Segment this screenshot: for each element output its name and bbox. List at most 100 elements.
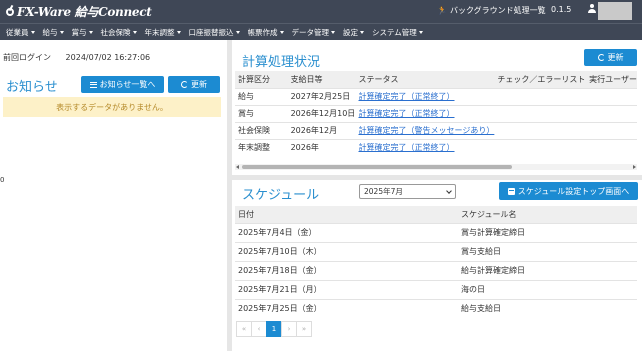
main-menu: 従業員 給与 賞与 社会保険 年末調整 口座振替振込 帳票作成 データ管理 設定… xyxy=(0,23,642,40)
menu-data-management[interactable]: データ管理 xyxy=(288,27,340,38)
last-login: 前回ログイン 2024/07/02 16:27:06 xyxy=(3,52,150,63)
col-calc-type[interactable]: 計算区分 xyxy=(235,71,288,88)
menu-label: システム管理 xyxy=(372,27,417,37)
check-list-cell xyxy=(494,138,587,156)
exec-user-cell xyxy=(586,121,637,139)
chevron-down-icon xyxy=(446,188,452,194)
col-date: 日付 xyxy=(235,206,458,223)
menu-employee[interactable]: 従業員 xyxy=(2,27,39,38)
table-row: 2025年7月21日（月） 海の日 xyxy=(235,279,637,299)
background-jobs-label: バックグラウンド処理一覧 xyxy=(449,6,546,15)
status-link[interactable]: 計算確定完了（正常終了） xyxy=(359,109,455,118)
table-header-row: 計算区分 支給日等 ステータス チェック／エラーリスト 実行ユーザー xyxy=(235,71,637,88)
check-list-cell xyxy=(494,121,587,139)
table-row: 年末調整 2026年 計算確定完了（正常終了） xyxy=(235,138,637,156)
background-jobs-link[interactable]: 🏃 バックグラウンド処理一覧 xyxy=(437,5,546,16)
refresh-icon xyxy=(597,54,605,61)
page-current-button[interactable]: 1 xyxy=(266,321,282,337)
caret-down-icon xyxy=(360,30,364,34)
schedule-table: 日付 スケジュール名 2025年7月4日（金） 賞与計算確定締日 2025年7月1… xyxy=(235,206,637,318)
refresh-label: 更新 xyxy=(607,53,624,62)
scrollbar-thumb[interactable] xyxy=(242,165,512,169)
month-select[interactable]: 2025年7月 xyxy=(359,184,456,199)
calc-status-title: 計算処理状況 xyxy=(242,55,321,70)
page-next-button[interactable]: › xyxy=(281,321,297,337)
schedule-date: 2025年7月25日（金） xyxy=(235,298,458,318)
menu-settings[interactable]: 設定 xyxy=(339,27,368,38)
last-login-value: 2024/07/02 16:27:06 xyxy=(65,53,151,62)
menu-salary[interactable]: 給与 xyxy=(39,27,68,38)
menu-reports[interactable]: 帳票作成 xyxy=(244,27,288,38)
month-select-value: 2025年7月 xyxy=(364,187,403,196)
table-row: 2025年7月25日（金） 給与支給日 xyxy=(235,298,637,318)
menu-social-insurance[interactable]: 社会保険 xyxy=(97,27,141,38)
exec-user-cell xyxy=(586,138,637,156)
caret-down-icon xyxy=(331,30,335,34)
menu-label: 帳票作成 xyxy=(247,27,278,37)
table-header-row: 日付 スケジュール名 xyxy=(235,206,637,223)
calc-type: 社会保険 xyxy=(235,121,288,139)
schedule-date: 2025年7月4日（金） xyxy=(235,222,458,242)
page-prev-button[interactable]: ‹ xyxy=(251,321,267,337)
col-status[interactable]: ステータス xyxy=(355,71,495,88)
status-link[interactable]: 計算確定完了（警告メッセージあり） xyxy=(359,126,495,135)
refresh-icon xyxy=(181,81,188,88)
schedule-date: 2025年7月10日（木） xyxy=(235,241,458,261)
menu-system-admin[interactable]: システム管理 xyxy=(368,27,427,38)
calc-type: 年末調整 xyxy=(235,138,288,156)
menu-label: 口座振替振込 xyxy=(188,27,234,37)
schedule-name: 給与計算確定締日 xyxy=(458,260,637,280)
calc-refresh-button[interactable]: 更新 xyxy=(584,49,637,66)
schedule-title: スケジュール xyxy=(242,188,320,203)
page-first-button[interactable]: « xyxy=(236,321,252,337)
col-pay-date[interactable]: 支給日等 xyxy=(287,71,356,88)
menu-bonus[interactable]: 賞与 xyxy=(68,27,97,38)
notice-refresh-button[interactable]: 更新 xyxy=(168,76,220,93)
status-cell: 計算確定完了（正常終了） xyxy=(355,104,495,122)
calc-type: 給与 xyxy=(235,87,288,105)
pay-date: 2026年12月 xyxy=(287,121,356,139)
schedule-date: 2025年7月18日（金） xyxy=(235,260,458,280)
pay-date: 2026年12月10日 xyxy=(287,104,356,122)
caret-down-icon xyxy=(418,30,423,34)
caret-down-icon xyxy=(59,30,64,34)
menu-label: 年末調整 xyxy=(144,27,175,37)
last-login-label: 前回ログイン xyxy=(3,53,51,62)
table-row: 2025年7月10日（木） 賞与支給日 xyxy=(235,241,637,261)
caret-down-icon xyxy=(88,30,93,34)
caret-down-icon xyxy=(176,30,181,34)
user-icon[interactable] xyxy=(588,4,596,14)
menu-label: データ管理 xyxy=(291,27,330,37)
status-link[interactable]: 計算確定完了（正常終了） xyxy=(359,92,455,101)
status-cell: 計算確定完了（正常終了） xyxy=(355,138,495,156)
status-link[interactable]: 計算確定完了（正常終了） xyxy=(359,143,455,152)
menu-year-end[interactable]: 年末調整 xyxy=(141,27,185,38)
check-list-cell xyxy=(494,104,587,122)
menu-bank-transfer[interactable]: 口座振替振込 xyxy=(185,27,244,38)
section-divider xyxy=(232,175,642,180)
page-last-button[interactable]: » xyxy=(296,321,312,337)
scroll-left-icon[interactable] xyxy=(236,165,239,169)
caret-down-icon xyxy=(235,30,240,34)
col-exec-user[interactable]: 実行ユーザー xyxy=(586,71,637,88)
notice-list-button[interactable]: お知らせ一覧へ xyxy=(81,76,164,93)
notice-title: お知らせ xyxy=(6,80,58,95)
menu-label: 設定 xyxy=(343,27,358,37)
schedule-top-button[interactable]: スケジュール設定トップ画面へ xyxy=(499,182,638,200)
menu-label: 社会保険 xyxy=(100,27,131,37)
version-label: 0.1.5 xyxy=(551,5,572,14)
menu-label: 給与 xyxy=(42,27,58,37)
user-name-box[interactable] xyxy=(598,2,632,20)
horizontal-scrollbar[interactable] xyxy=(235,164,637,170)
caret-down-icon xyxy=(30,30,35,34)
app-logo[interactable]: FX-Ware 給与Connect xyxy=(6,2,152,21)
refresh-label: 更新 xyxy=(191,80,207,89)
col-check-list[interactable]: チェック／エラーリスト xyxy=(494,71,587,88)
table-row: 2025年7月18日（金） 給与計算確定締日 xyxy=(235,260,637,280)
schedule-name: 賞与支給日 xyxy=(458,241,637,261)
schedule-name: 賞与計算確定締日 xyxy=(458,222,637,242)
logo-text: FX-Ware 給与Connect xyxy=(17,5,152,19)
scroll-right-icon[interactable] xyxy=(633,165,636,169)
table-row: 賞与 2026年12月10日 計算確定完了（正常終了） xyxy=(235,104,637,122)
menu-label: 賞与 xyxy=(71,27,87,37)
